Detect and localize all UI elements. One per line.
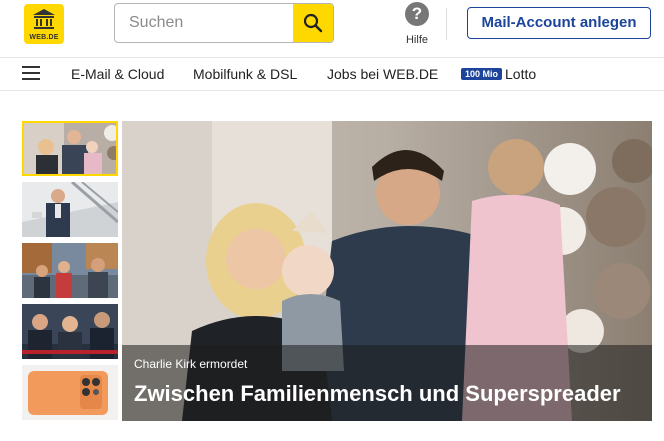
header-divider bbox=[446, 8, 447, 40]
building-icon bbox=[33, 9, 55, 29]
search-input[interactable] bbox=[115, 4, 293, 42]
lotto-badge: 100 Mio bbox=[461, 68, 503, 80]
thumb-politicians[interactable] bbox=[22, 304, 118, 359]
help-link[interactable]: ? Hilfe bbox=[400, 2, 434, 50]
logo-text: WEB.DE bbox=[29, 34, 59, 41]
thumb-family[interactable] bbox=[22, 121, 118, 176]
nav-item-mobilfunk-dsl[interactable]: Mobilfunk & DSL bbox=[193, 66, 297, 82]
search-box bbox=[114, 3, 334, 43]
webde-logo[interactable]: WEB.DE bbox=[24, 4, 64, 44]
hero-kicker: Charlie Kirk ermordet bbox=[134, 357, 248, 371]
nav-item-email-cloud[interactable]: E-Mail & Cloud bbox=[71, 66, 164, 82]
help-icon: ? bbox=[405, 2, 429, 26]
main-nav: E-Mail & Cloud Mobilfunk & DSL Jobs bei … bbox=[0, 57, 664, 91]
hero-title[interactable]: Zwischen Familienmensch und Superspreade… bbox=[134, 381, 621, 407]
thumb-street-people[interactable] bbox=[22, 243, 118, 298]
hero-teaser[interactable]: Charlie Kirk ermordet Zwischen Familienm… bbox=[122, 121, 652, 421]
nav-item-lotto[interactable]: 100 Mio Lotto bbox=[461, 66, 536, 82]
hamburger-icon[interactable] bbox=[22, 66, 40, 82]
help-label: Hilfe bbox=[405, 34, 428, 46]
site-header: WEB.DE ? Hilfe Mail-Account anlegen bbox=[0, 0, 664, 56]
thumb-man-in-hall[interactable] bbox=[22, 182, 118, 237]
nav-item-lotto-label: Lotto bbox=[505, 66, 537, 82]
search-icon bbox=[303, 13, 323, 33]
nav-item-jobs[interactable]: Jobs bei WEB.DE bbox=[327, 66, 438, 82]
create-mail-account-button[interactable]: Mail-Account anlegen bbox=[467, 7, 651, 39]
thumb-orange-phone[interactable] bbox=[22, 365, 118, 420]
search-button[interactable] bbox=[293, 4, 333, 42]
